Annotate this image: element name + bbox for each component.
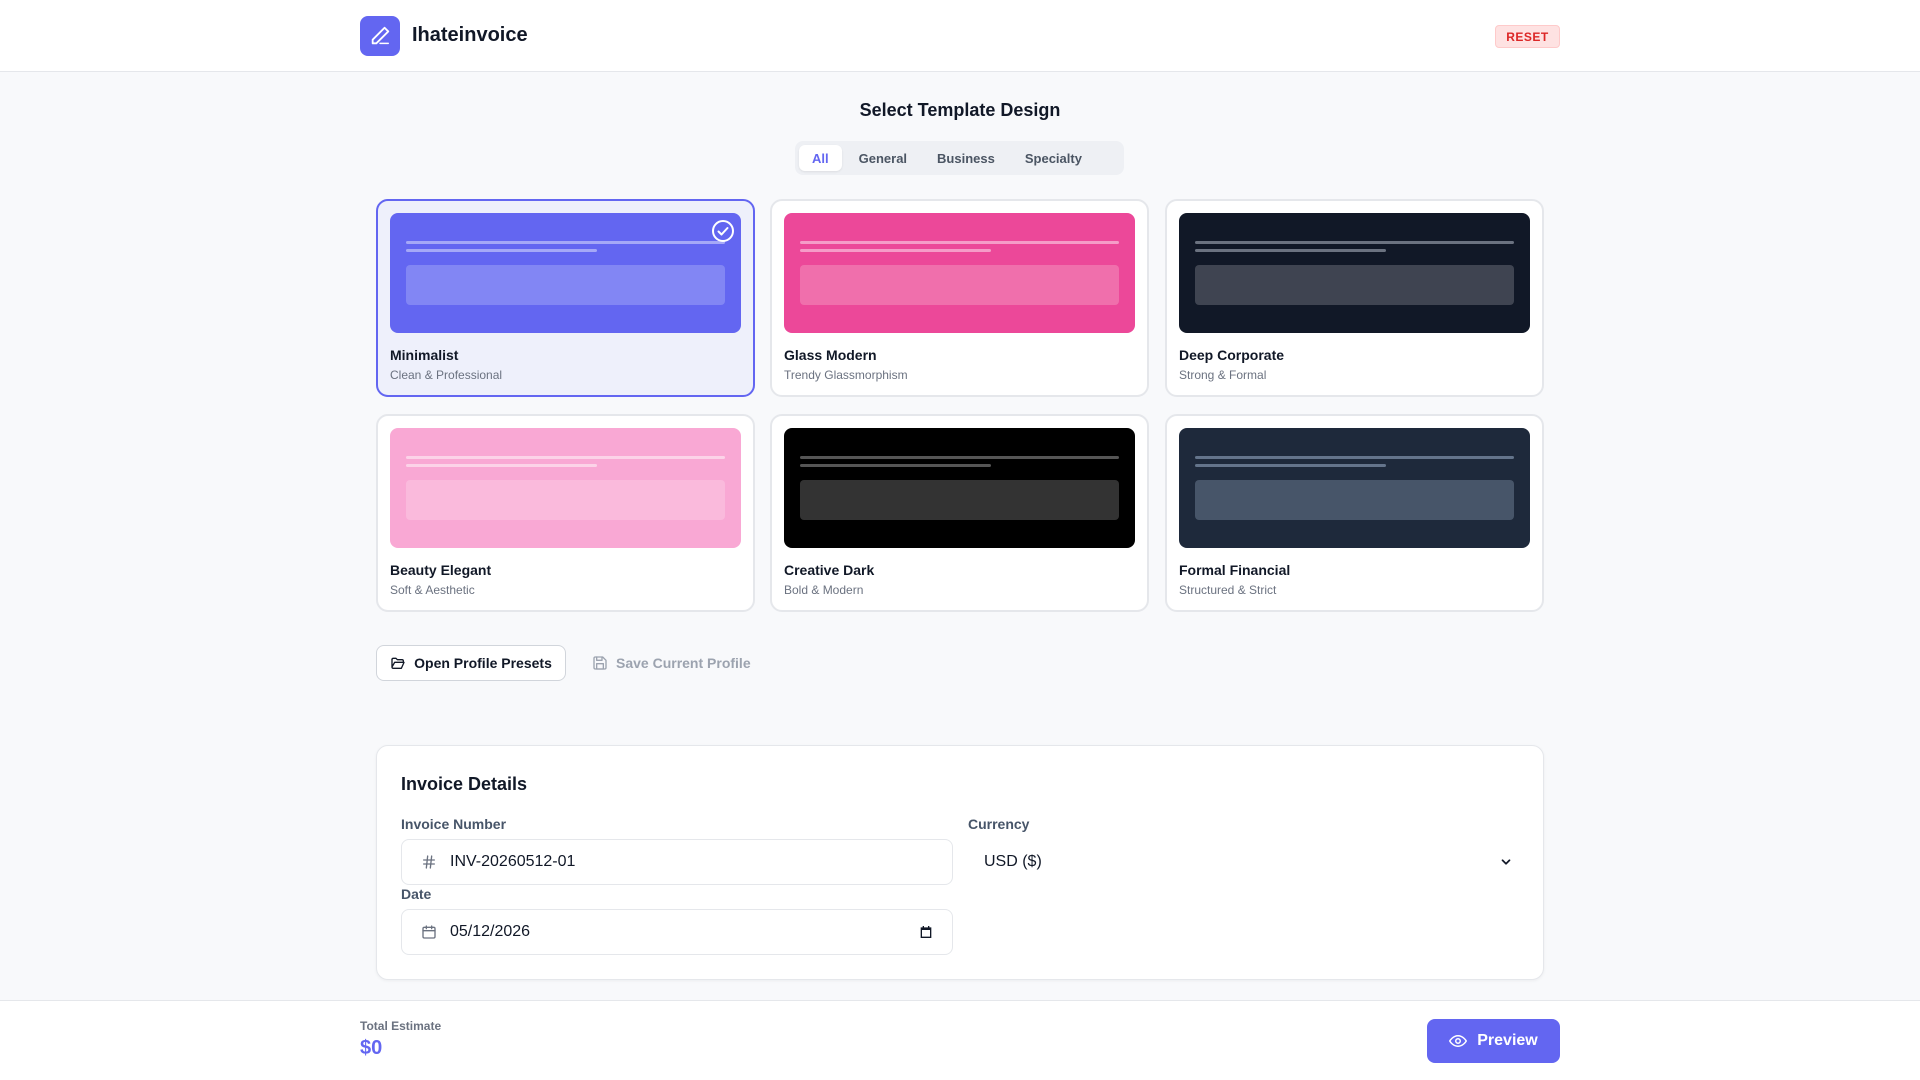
template-name: Glass Modern (784, 347, 877, 363)
chevron-down-icon (1499, 855, 1513, 869)
date-input[interactable]: 05/12/2026 (401, 909, 953, 955)
thumb-line (800, 241, 1119, 244)
save-icon (593, 656, 607, 670)
template-thumbnail (390, 428, 741, 548)
tab-business[interactable]: Business (924, 145, 1008, 171)
template-card-beauty-elegant[interactable]: Beauty Elegant Soft & Aesthetic (376, 414, 755, 612)
template-card-deep-corporate[interactable]: Deep Corporate Strong & Formal (1165, 199, 1544, 397)
tab-all[interactable]: All (799, 145, 842, 171)
template-card-formal-financial[interactable]: Formal Financial Structured & Strict (1165, 414, 1544, 612)
currency-select[interactable]: USD ($) (968, 839, 1521, 885)
template-card-minimalist[interactable]: Minimalist Clean & Professional (376, 199, 755, 397)
thumb-line (800, 456, 1119, 459)
template-subtitle: Structured & Strict (1179, 583, 1277, 597)
total-estimate-label: Total Estimate (360, 1019, 442, 1033)
folder-open-icon (391, 657, 405, 669)
template-subtitle: Strong & Formal (1179, 368, 1267, 382)
open-profile-presets-button[interactable]: Open Profile Presets (376, 645, 566, 681)
eye-icon (1449, 1035, 1468, 1047)
open-profile-presets-label: Open Profile Presets (414, 655, 552, 671)
template-card-creative-dark[interactable]: Creative Dark Bold & Modern (770, 414, 1149, 612)
template-subtitle: Clean & Professional (390, 368, 503, 382)
thumb-block (1195, 265, 1514, 305)
template-name: Deep Corporate (1179, 347, 1285, 363)
template-thumbnail (784, 213, 1135, 333)
section-title: Select Template Design (859, 100, 1061, 120)
thumb-block (800, 265, 1119, 305)
invoice-number-input[interactable]: INV-20260512-01 (401, 839, 953, 885)
thumb-line (800, 249, 991, 252)
invoice-number-label: Invoice Number (401, 816, 507, 832)
currency-value: USD ($) (984, 853, 1042, 870)
template-name: Creative Dark (784, 562, 875, 578)
tab-general[interactable]: General (846, 145, 920, 171)
tab-specialty[interactable]: Specialty (1012, 145, 1095, 171)
thumb-block (406, 265, 725, 305)
check-circle-icon (711, 219, 735, 243)
save-current-profile-label: Save Current Profile (616, 655, 751, 671)
currency-label: Currency (968, 816, 1030, 832)
date-value: 05/12/2026 (450, 923, 531, 940)
invoice-details-card: Invoice Details Invoice Number INV-20260… (376, 745, 1544, 980)
total-estimate-value: $0 (360, 1037, 383, 1059)
thumb-line (406, 464, 597, 467)
template-subtitle: Trendy Glassmorphism (784, 368, 908, 382)
template-card-glass-modern[interactable]: Glass Modern Trendy Glassmorphism (770, 199, 1149, 397)
reset-button[interactable]: RESET (1495, 25, 1560, 48)
thumb-line (1195, 464, 1386, 467)
calendar-icon (419, 922, 439, 942)
thumb-block (406, 480, 725, 520)
thumb-line (406, 249, 597, 252)
template-subtitle: Soft & Aesthetic (390, 583, 475, 597)
invoice-details-title: Invoice Details (401, 774, 528, 794)
footer-bar: Total Estimate $0 Preview (0, 1000, 1920, 1080)
template-thumbnail (1179, 213, 1530, 333)
thumb-line (1195, 241, 1514, 244)
preview-label: Preview (1477, 1032, 1538, 1049)
calendar-picker-icon[interactable] (918, 924, 934, 940)
thumb-block (1195, 480, 1514, 520)
save-current-profile-button[interactable]: Save Current Profile (592, 645, 751, 681)
thumb-block (800, 480, 1119, 520)
thumb-line (1195, 456, 1514, 459)
thumb-line (800, 464, 991, 467)
thumb-line (406, 241, 725, 244)
template-thumbnail (1179, 428, 1530, 548)
date-label: Date (401, 886, 432, 902)
pen-icon[interactable] (360, 16, 400, 56)
template-name: Formal Financial (1179, 562, 1291, 578)
template-thumbnail (784, 428, 1135, 548)
invoice-number-value: INV-20260512-01 (450, 853, 576, 870)
app-header: Ihateinvoice RESET (0, 0, 1920, 72)
template-name: Beauty Elegant (390, 562, 492, 578)
thumb-line (1195, 249, 1386, 252)
thumb-line (406, 456, 725, 459)
template-filter-tabs: All General Business Specialty (795, 141, 1124, 175)
hash-icon (419, 852, 439, 872)
preview-button[interactable]: Preview (1427, 1019, 1560, 1063)
brand-name[interactable]: Ihateinvoice (412, 24, 528, 47)
template-name: Minimalist (390, 347, 459, 363)
template-thumbnail (390, 213, 741, 333)
template-subtitle: Bold & Modern (784, 583, 864, 597)
